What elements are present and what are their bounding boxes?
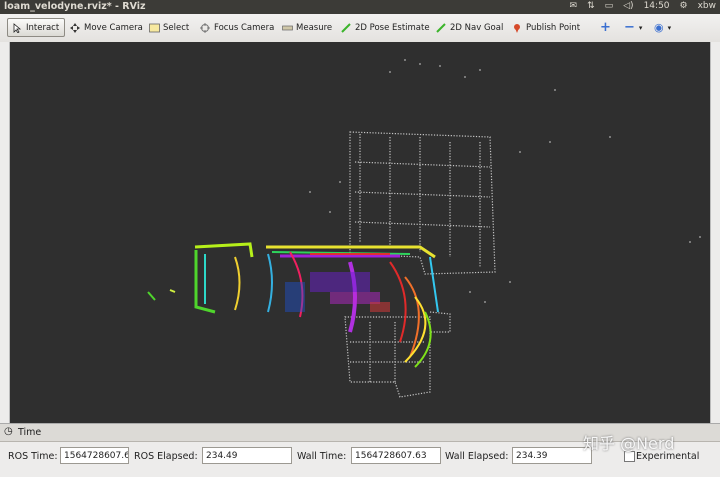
- wall-time-label: Wall Time:: [297, 451, 347, 462]
- right-dock-collapse[interactable]: [710, 42, 720, 423]
- select-box-icon: [149, 23, 160, 33]
- ros-time-label: ROS Time:: [8, 451, 58, 462]
- pose-estimate-label: 2D Pose Estimate: [355, 22, 430, 33]
- wall-time-field[interactable]: 1564728607.63: [351, 447, 441, 464]
- focus-camera-button[interactable]: Focus Camera: [196, 18, 278, 37]
- plus-icon: +: [600, 20, 611, 35]
- settings-gear-icon[interactable]: ⚙: [680, 1, 688, 11]
- volume-icon[interactable]: ◁): [623, 1, 633, 11]
- clock[interactable]: 14:50: [644, 1, 670, 11]
- status-bar: [0, 465, 720, 476]
- ruler-icon: [282, 23, 293, 33]
- 2d-pose-estimate-button[interactable]: 2D Pose Estimate: [337, 18, 434, 37]
- focus-target-icon: [200, 22, 210, 33]
- select-button[interactable]: Select: [145, 18, 193, 37]
- wall-elapsed-field[interactable]: 234.39: [512, 447, 592, 464]
- chevron-down-icon: ▾: [638, 23, 643, 32]
- minus-icon: −: [624, 20, 635, 35]
- tool-toolbar: Interact Move Camera Select Focus Camera…: [0, 14, 720, 43]
- clock-icon: ◷: [4, 426, 13, 437]
- interact-label: Interact: [26, 22, 60, 33]
- battery-icon[interactable]: ▭: [605, 1, 614, 11]
- watermark-text: 知乎 @Nerd: [583, 434, 675, 453]
- left-dock-collapse[interactable]: [0, 42, 10, 423]
- measure-button[interactable]: Measure: [278, 18, 336, 37]
- ros-elapsed-field[interactable]: 234.49: [202, 447, 292, 464]
- measure-label: Measure: [296, 22, 333, 33]
- map-pin-icon: [512, 23, 522, 33]
- sparse-gray-points: [309, 59, 701, 303]
- publish-point-button[interactable]: Publish Point: [508, 18, 584, 37]
- chevron-down-icon: ▾: [667, 23, 672, 32]
- interact-button[interactable]: Interact: [7, 18, 65, 37]
- remove-tool-button[interactable]: − ▾: [620, 18, 646, 37]
- 3d-render-viewport[interactable]: [10, 42, 710, 423]
- move-camera-button[interactable]: Move Camera: [66, 18, 147, 37]
- network-icon[interactable]: ⇅: [587, 1, 595, 11]
- ros-elapsed-label: ROS Elapsed:: [134, 451, 198, 462]
- add-tool-button[interactable]: +: [596, 18, 615, 37]
- publish-point-label: Publish Point: [526, 22, 581, 33]
- move-arrows-icon: [70, 22, 80, 33]
- nav-goal-label: 2D Nav Goal: [450, 22, 504, 33]
- green-arrow-icon: [436, 22, 446, 33]
- ros-time-field[interactable]: 1564728607.60: [60, 447, 129, 464]
- window-title: loam_velodyne.rviz* - RViz: [4, 1, 146, 12]
- focus-camera-label: Focus Camera: [214, 22, 275, 33]
- gray-point-cloud: [344, 131, 496, 398]
- eye-icon: ◉: [654, 21, 664, 34]
- move-camera-label: Move Camera: [84, 22, 143, 33]
- point-cloud-render: [147, 59, 701, 398]
- wall-elapsed-label: Wall Elapsed:: [445, 451, 509, 462]
- system-tray: ✉ ⇅ ▭ ◁) 14:50 ⚙ xbw: [570, 1, 716, 11]
- select-label: Select: [163, 22, 190, 33]
- cursor-icon: [12, 22, 22, 34]
- green-arrow-icon: [341, 22, 351, 33]
- window-titlebar: loam_velodyne.rviz* - RViz ✉ ⇅ ▭ ◁) 14:5…: [0, 0, 720, 14]
- 2d-nav-goal-button[interactable]: 2D Nav Goal: [432, 18, 507, 37]
- time-panel-title: Time: [18, 427, 42, 438]
- mail-icon[interactable]: ✉: [570, 1, 578, 11]
- view-options-button[interactable]: ◉ ▾: [650, 18, 675, 37]
- user-name[interactable]: xbw: [698, 1, 716, 11]
